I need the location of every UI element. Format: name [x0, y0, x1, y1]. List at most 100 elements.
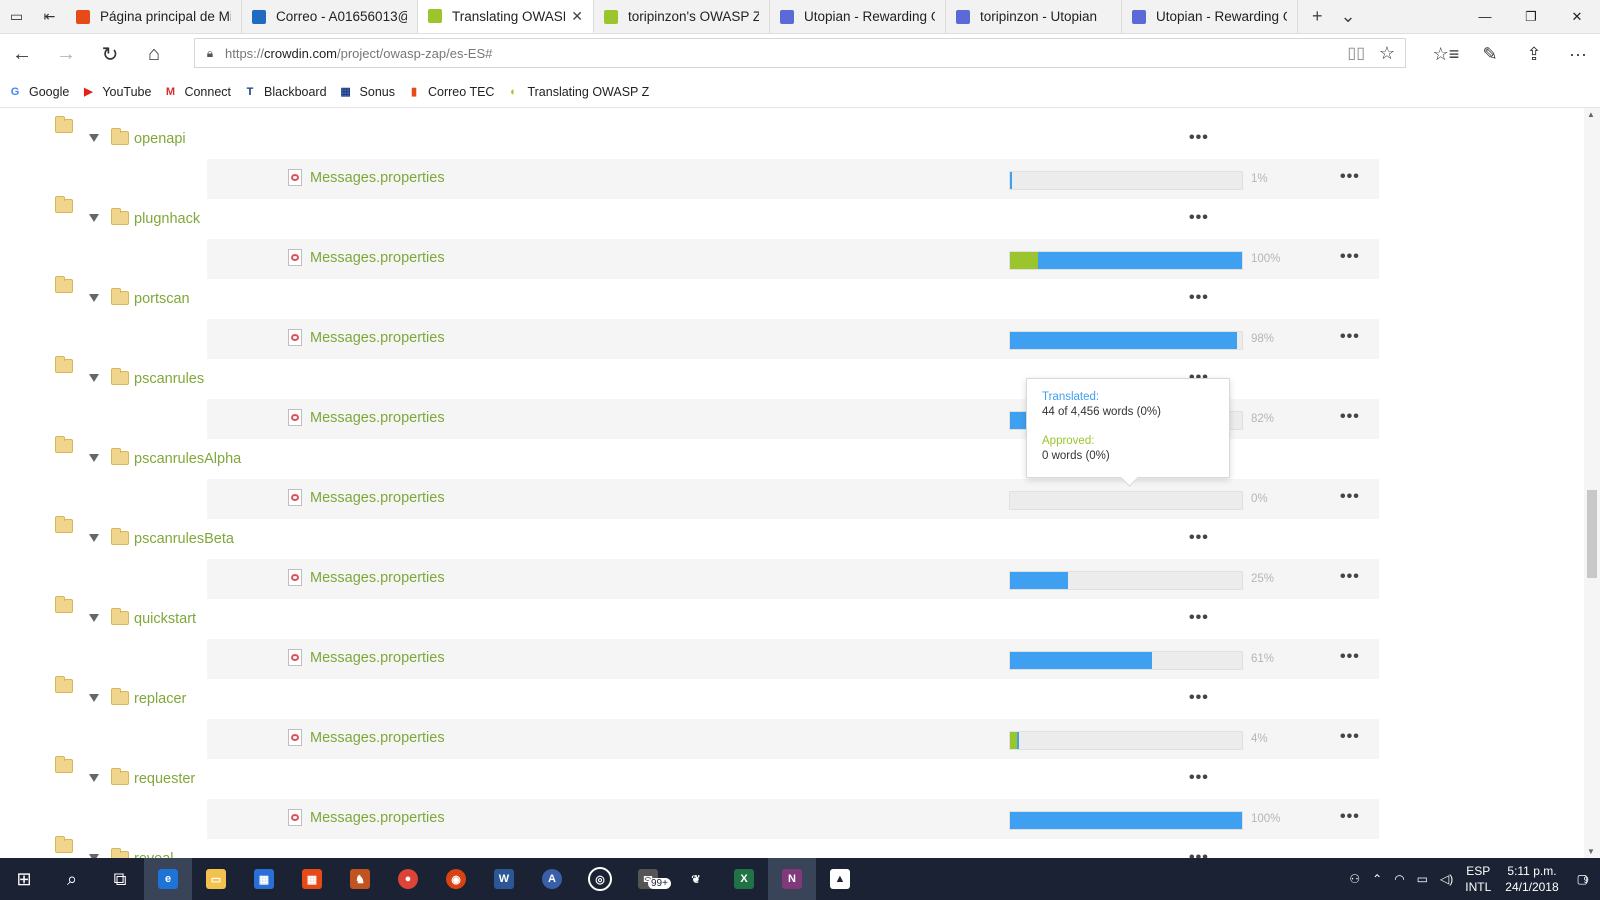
- more-menu-icon[interactable]: ···: [1556, 44, 1600, 65]
- url-field[interactable]: 🔒︎ https://crowdin.com/project/owasp-zap…: [194, 38, 1406, 68]
- task-view-icon[interactable]: ⧉: [96, 858, 144, 900]
- progress-bar[interactable]: [1009, 171, 1243, 190]
- progress-bar[interactable]: [1009, 331, 1243, 350]
- file-name-link[interactable]: Messages.properties: [310, 490, 445, 506]
- folder-name[interactable]: pscanrulesAlpha: [134, 451, 241, 467]
- browser-tab[interactable]: Translating OWASP Z ✕: [418, 0, 594, 33]
- collapse-caret-icon[interactable]: [89, 614, 99, 622]
- folder-row[interactable]: openapi •••: [55, 116, 1208, 147]
- favorite-item[interactable]: ▶ YouTube: [81, 85, 151, 99]
- favorite-item[interactable]: ◐ Translating OWASP Z: [506, 85, 649, 99]
- file-explorer-icon[interactable]: ▭: [192, 858, 240, 900]
- folder-row[interactable]: requester •••: [55, 756, 1208, 787]
- row-menu-icon[interactable]: •••: [1340, 408, 1360, 426]
- row-menu-icon[interactable]: •••: [1189, 689, 1209, 707]
- back-arrow-icon[interactable]: ←: [0, 43, 44, 66]
- row-menu-icon[interactable]: •••: [1340, 808, 1360, 826]
- people-icon[interactable]: ⚇: [1349, 872, 1360, 886]
- row-menu-icon[interactable]: •••: [1189, 129, 1209, 147]
- file-name-link[interactable]: Messages.properties: [310, 170, 445, 186]
- file-name-link[interactable]: Messages.properties: [310, 250, 445, 266]
- share-icon[interactable]: ⇪: [1512, 44, 1556, 65]
- browser-tab[interactable]: toripinzon's OWASP ZAP: [594, 0, 770, 33]
- reading-view-icon[interactable]: ▯▯: [1347, 43, 1365, 63]
- row-menu-icon[interactable]: •••: [1189, 849, 1209, 858]
- favorite-item[interactable]: G Google: [8, 85, 70, 99]
- set-tabs-aside-icon[interactable]: ⇤: [38, 8, 62, 25]
- file-row[interactable]: Messages.properties 4% •••: [207, 719, 1379, 759]
- scroll-down-icon[interactable]: ▼: [1587, 847, 1595, 856]
- onenote-icon[interactable]: N: [768, 858, 816, 900]
- row-menu-icon[interactable]: •••: [1340, 328, 1360, 346]
- file-row[interactable]: Messages.properties 100% •••: [207, 799, 1379, 839]
- file-row[interactable]: Messages.properties 1% •••: [207, 159, 1379, 199]
- folder-name[interactable]: requester: [134, 771, 195, 787]
- folder-row[interactable]: reveal •••: [55, 836, 1208, 858]
- collapse-caret-icon[interactable]: [89, 134, 99, 142]
- progress-bar[interactable]: [1009, 251, 1243, 270]
- row-menu-icon[interactable]: •••: [1189, 289, 1209, 307]
- row-menu-icon[interactable]: •••: [1340, 168, 1360, 186]
- folder-row[interactable]: pscanrulesBeta •••: [55, 516, 1208, 547]
- collapse-caret-icon[interactable]: [89, 774, 99, 782]
- collapse-caret-icon[interactable]: [89, 214, 99, 222]
- favorite-item[interactable]: ▮ Correo TEC: [407, 85, 495, 99]
- file-row[interactable]: Messages.properties 25% •••: [207, 559, 1379, 599]
- favorite-item[interactable]: M Connect: [163, 85, 231, 99]
- row-menu-icon[interactable]: •••: [1340, 568, 1360, 586]
- folder-name[interactable]: openapi: [134, 131, 186, 147]
- progress-bar[interactable]: [1009, 811, 1243, 830]
- folder-name[interactable]: replacer: [134, 691, 186, 707]
- file-name-link[interactable]: Messages.properties: [310, 650, 445, 666]
- row-menu-icon[interactable]: •••: [1340, 488, 1360, 506]
- feather-app-icon[interactable]: ❦: [672, 858, 720, 900]
- collapse-caret-icon[interactable]: [89, 694, 99, 702]
- browser-tab[interactable]: toripinzon - Utopian: [946, 0, 1122, 33]
- arduino-icon[interactable]: A: [528, 858, 576, 900]
- folder-row[interactable]: pscanrulesAlpha•••: [55, 436, 1208, 467]
- refresh-icon[interactable]: ↻: [88, 42, 132, 67]
- clock[interactable]: 5:11 p.m. 24/1/2018: [1505, 863, 1558, 895]
- row-menu-icon[interactable]: •••: [1189, 769, 1209, 787]
- forward-arrow-icon[interactable]: →: [44, 43, 88, 66]
- collapse-caret-icon[interactable]: [89, 374, 99, 382]
- tab-preview-icon[interactable]: ▭: [5, 8, 29, 25]
- office-app-icon[interactable]: ▦: [288, 858, 336, 900]
- volume-icon[interactable]: ◁): [1440, 872, 1453, 886]
- search-icon[interactable]: ⌕: [48, 858, 96, 900]
- file-name-link[interactable]: Messages.properties: [310, 810, 445, 826]
- folder-name[interactable]: reveal: [134, 851, 174, 858]
- folder-row[interactable]: replacer •••: [55, 676, 1208, 707]
- progress-bar[interactable]: [1009, 651, 1243, 670]
- file-name-link[interactable]: Messages.properties: [310, 330, 445, 346]
- tab-list-chevron-icon[interactable]: ⌄: [1341, 6, 1356, 27]
- browser-tab[interactable]: Página principal de Micr: [66, 0, 242, 33]
- photos-icon[interactable]: ▲: [816, 858, 864, 900]
- folder-row[interactable]: plugnhack •••: [55, 196, 1208, 227]
- language-indicator[interactable]: ESP INTL: [1465, 863, 1491, 895]
- close-window-icon[interactable]: ✕: [1554, 0, 1600, 33]
- web-note-pen-icon[interactable]: ✎: [1468, 44, 1512, 65]
- row-menu-icon[interactable]: •••: [1189, 609, 1209, 627]
- edge-app-icon[interactable]: e: [144, 858, 192, 900]
- new-tab-plus-icon[interactable]: +: [1312, 6, 1323, 27]
- favorite-item[interactable]: ▦ Sonus: [339, 85, 395, 99]
- close-tab-icon[interactable]: ✕: [571, 8, 583, 25]
- row-menu-icon[interactable]: •••: [1189, 529, 1209, 547]
- favorite-star-icon[interactable]: ☆: [1379, 43, 1395, 64]
- file-row[interactable]: Messages.properties 0% •••: [207, 479, 1379, 519]
- progress-bar[interactable]: [1009, 731, 1243, 750]
- favorite-item[interactable]: T Blackboard: [243, 85, 327, 99]
- chrome-icon[interactable]: ●: [384, 858, 432, 900]
- home-icon[interactable]: ⌂: [132, 43, 176, 66]
- row-menu-icon[interactable]: •••: [1340, 648, 1360, 666]
- browser-tab[interactable]: Utopian - Rewarding Op: [1122, 0, 1298, 33]
- restore-icon[interactable]: ❐: [1508, 0, 1554, 33]
- folder-row[interactable]: pscanrules•••: [55, 356, 1208, 387]
- folder-row[interactable]: portscan •••: [55, 276, 1208, 307]
- favorites-hub-icon[interactable]: ☆≡: [1424, 44, 1468, 65]
- file-row[interactable]: Messages.properties 98% •••: [207, 319, 1379, 359]
- progress-bar[interactable]: [1009, 491, 1243, 510]
- row-menu-icon[interactable]: •••: [1189, 209, 1209, 227]
- folder-row[interactable]: quickstart •••: [55, 596, 1208, 627]
